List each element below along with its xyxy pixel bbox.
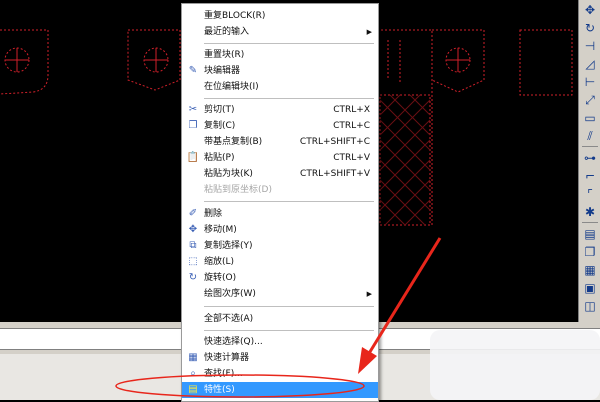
menu-item-erase[interactable]: ✐ 删除 [182, 206, 378, 222]
submenu-arrow-icon: ▶ [366, 28, 372, 36]
menu-item-reset-block[interactable]: 重置块(R) [182, 47, 378, 63]
menu-item-shortcut: CTRL+SHIFT+V [300, 169, 370, 179]
move-icon[interactable]: ✥ [582, 2, 598, 18]
menu-item-find[interactable]: ⌕ 查找(F)... [182, 366, 378, 382]
properties-icon: ▤ [188, 384, 198, 395]
array-icon[interactable]: ▣ [582, 280, 598, 296]
menu-item-draw-order[interactable]: 绘图次序(W) ▶ [182, 286, 378, 302]
menu-item-label: 重复BLOCK(R) [204, 11, 266, 21]
menu-item-label: 剪切(T) [204, 105, 235, 115]
menu-item-quick-select[interactable]: 快速选择(Q)... [182, 334, 378, 350]
menu-item-label: 粘贴到原坐标(D) [204, 185, 272, 195]
menu-item-quick-calc[interactable]: ▦ 快速计算器 [182, 350, 378, 366]
far-right-outline [519, 29, 573, 96]
menu-item-shortcut: CTRL+V [333, 153, 370, 163]
menu-item-paste-original-coords: 粘贴到原坐标(D) [182, 182, 378, 198]
offset-icon[interactable]: ⫽ [582, 128, 598, 144]
toolbar-divider [582, 222, 598, 223]
trim-icon[interactable]: ⊣ [582, 38, 598, 54]
scale-icon[interactable]: ⤢ [582, 92, 598, 108]
toolbar-divider [582, 146, 598, 147]
break-icon[interactable]: ⊶ [582, 150, 598, 166]
menu-item-repeat-block[interactable]: 重复BLOCK(R) [182, 8, 378, 24]
menu-separator [204, 98, 374, 99]
chamfer-icon[interactable]: ⌜ [582, 186, 598, 202]
left-pocket-outline [0, 29, 49, 95]
menu-separator [204, 43, 374, 44]
menu-item-shortcut: CTRL+SHIFT+C [299, 137, 370, 147]
menu-item-shortcut: CTRL+C [333, 121, 370, 131]
modify-toolbar: ✥ ↻ ⊣ ◿ ⊢ ⤢ ▭ ⫽ ⊶ ⌐ ⌜ ✱ ▤ ❐ ▦ ▣ ◫ [578, 0, 600, 322]
move-icon: ✥ [188, 224, 198, 235]
menu-item-copy-with-base[interactable]: 带基点复制(B) CTRL+SHIFT+C [182, 134, 378, 150]
menu-item-label: 在位编辑块(I) [204, 82, 259, 92]
fillet-icon[interactable]: ⌐ [582, 168, 598, 184]
properties-icon[interactable]: ▦ [582, 262, 598, 278]
menu-item-label: 重置块(R) [204, 50, 245, 60]
paste-icon: 📋 [186, 152, 200, 163]
menu-item-label: 粘贴(P) [204, 153, 235, 163]
copy-icon[interactable]: ❐ [582, 244, 598, 260]
rotate-icon[interactable]: ↻ [582, 20, 598, 36]
menu-item-label: 移动(M) [204, 225, 237, 235]
watermark [430, 330, 600, 400]
eraser-icon: ✐ [188, 208, 198, 219]
menu-item-label: 查找(F)... [204, 369, 243, 379]
rectangle-icon[interactable]: ▭ [582, 110, 598, 126]
menu-item-copy[interactable]: ❐ 复制(C) CTRL+C [182, 118, 378, 134]
menu-item-rotate[interactable]: ↻ 旋转(O) [182, 270, 378, 286]
menu-item-label: 块编辑器 [204, 66, 241, 76]
explode-icon[interactable]: ✱ [582, 204, 598, 220]
menu-item-label: 特性(S) [204, 385, 235, 395]
menu-item-label: 旋转(O) [204, 273, 237, 283]
menu-item-label: 复制(C) [204, 121, 236, 131]
scale-icon: ⬚ [188, 256, 198, 267]
submenu-arrow-icon: ▶ [366, 290, 372, 298]
menu-separator [204, 201, 374, 202]
menu-item-properties[interactable]: ▤ 特性(S) [182, 382, 378, 398]
find-icon: ⌕ [190, 368, 196, 379]
layer-icon[interactable]: ▤ [582, 226, 598, 242]
menu-item-label: 复制选择(Y) [204, 241, 253, 251]
menu-item-deselect-all[interactable]: 全部不选(A) [182, 311, 378, 327]
menu-item-block-editor[interactable]: ✎ 块编辑器 [182, 63, 378, 79]
menu-item-label: 快速选择(Q)... [204, 337, 263, 347]
menu-item-label: 带基点复制(B) [204, 137, 263, 147]
calculator-icon: ▦ [188, 352, 198, 363]
block-editor-icon: ✎ [188, 65, 198, 76]
context-menu: 重复BLOCK(R) 最近的输入 ▶ 重置块(R) ✎ 块编辑器 在位编辑块(I… [181, 3, 379, 402]
rotate-icon: ↻ [188, 272, 198, 283]
zip-lines [387, 40, 401, 82]
extend-icon[interactable]: ⊢ [582, 74, 598, 90]
menu-item-label: 粘贴为块(K) [204, 169, 253, 179]
menu-item-in-place-edit[interactable]: 在位编辑块(I) [182, 79, 378, 95]
menu-item-label: 删除 [204, 209, 223, 219]
mirror-icon[interactable]: ◿ [582, 56, 598, 72]
menu-item-label: 缩放(L) [204, 257, 235, 267]
menu-item-paste-as-block[interactable]: 粘贴为块(K) CTRL+SHIFT+V [182, 166, 378, 182]
right-panel-outline [377, 29, 433, 226]
menu-item-shortcut: CTRL+X [333, 105, 370, 115]
menu-item-label: 绘图次序(W) [204, 289, 256, 299]
scissors-icon: ✂ [188, 104, 198, 115]
menu-item-recent-input[interactable]: 最近的输入 ▶ [182, 24, 378, 40]
menu-item-move[interactable]: ✥ 移动(M) [182, 222, 378, 238]
copy-selection-icon: ⧉ [189, 240, 197, 251]
menu-item-label: 最近的输入 [204, 27, 250, 37]
copy-icon: ❐ [188, 120, 198, 131]
menu-item-copy-selection[interactable]: ⧉ 复制选择(Y) [182, 238, 378, 254]
menu-item-scale[interactable]: ⬚ 缩放(L) [182, 254, 378, 270]
menu-item-cut[interactable]: ✂ 剪切(T) CTRL+X [182, 102, 378, 118]
menu-separator [204, 330, 374, 331]
menu-separator [204, 306, 374, 307]
menu-item-label: 全部不选(A) [204, 314, 254, 324]
menu-item-paste[interactable]: 📋 粘贴(P) CTRL+V [182, 150, 378, 166]
menu-item-label: 快速计算器 [204, 353, 250, 363]
group-icon[interactable]: ◫ [582, 298, 598, 314]
